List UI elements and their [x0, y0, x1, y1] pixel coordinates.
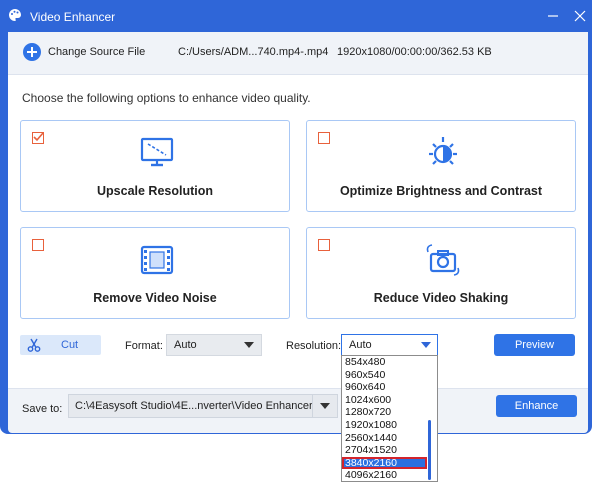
palette-icon: [9, 9, 21, 21]
resolution-option[interactable]: 1920x1080: [342, 419, 437, 432]
save-path-value: C:\4Easysoft Studio\4E...nverter\Video E…: [75, 400, 313, 412]
resolution-label: Resolution:: [286, 340, 342, 352]
option-label: Remove Video Noise: [93, 291, 217, 305]
option-label: Optimize Brightness and Contrast: [339, 184, 543, 198]
save-path-dropdown-toggle[interactable]: [312, 395, 337, 417]
chevron-down-icon: [421, 342, 431, 348]
save-to-label: Save to:: [22, 403, 63, 415]
resolution-option[interactable]: 960x640: [342, 381, 437, 394]
format-dropdown[interactable]: Auto: [166, 334, 262, 356]
source-bar: Change Source File C:/Users/ADM...740.mp…: [8, 32, 588, 75]
resolution-option[interactable]: 4096x2160: [342, 469, 437, 481]
save-path-dropdown[interactable]: C:\4Easysoft Studio\4E...nverter\Video E…: [68, 394, 338, 418]
option-reduce-shaking[interactable]: Reduce Video Shaking: [306, 227, 576, 319]
resolution-list-scrollbar[interactable]: [428, 420, 431, 480]
title-bar: Video Enhancer: [0, 0, 596, 32]
resolution-option[interactable]: 1280x720: [342, 406, 437, 419]
option-optimize-brightness[interactable]: Optimize Brightness and Contrast: [306, 120, 576, 212]
resolution-option-selected[interactable]: 3840x2160: [342, 456, 427, 470]
film-noise-icon: [140, 245, 174, 275]
resolution-option[interactable]: 2704x1520: [342, 444, 437, 457]
resolution-list: 854x480 960x540 960x640 1024x600 1280x72…: [341, 355, 438, 482]
format-label: Format:: [125, 340, 163, 352]
brightness-checkbox[interactable]: [318, 132, 330, 144]
option-label: Upscale Resolution: [97, 184, 213, 198]
minimize-icon[interactable]: [545, 8, 561, 24]
resolution-dropdown[interactable]: Auto: [341, 334, 438, 356]
source-info: 1920x1080/00:00:00/362.53 KB: [337, 46, 492, 58]
resolution-option[interactable]: 960x540: [342, 369, 437, 382]
noise-checkbox[interactable]: [32, 239, 44, 251]
brightness-icon: [429, 137, 457, 165]
change-source-file-button[interactable]: Change Source File: [48, 46, 145, 58]
intro-text: Choose the following options to enhance …: [22, 91, 311, 105]
resolution-option[interactable]: 1024x600: [342, 394, 437, 407]
format-value: Auto: [174, 339, 197, 351]
chevron-down-icon: [244, 342, 254, 348]
option-upscale-resolution[interactable]: Upscale Resolution: [20, 120, 290, 212]
enhance-button[interactable]: Enhance: [496, 395, 577, 417]
resolution-value: Auto: [349, 339, 372, 351]
cut-button[interactable]: Cut: [20, 335, 101, 355]
resolution-option[interactable]: 854x480: [342, 356, 437, 369]
option-label: Reduce Video Shaking: [373, 291, 509, 305]
upscale-monitor-icon: [140, 137, 174, 167]
upscale-checkbox[interactable]: [32, 132, 44, 144]
preview-button[interactable]: Preview: [494, 334, 575, 356]
cut-label: Cut: [61, 339, 79, 351]
close-icon[interactable]: [572, 8, 588, 24]
source-path: C:/Users/ADM...740.mp4-.mp4: [178, 46, 329, 58]
resolution-option[interactable]: 2560x1440: [342, 432, 437, 445]
shaking-camera-icon: [426, 244, 460, 276]
shaking-checkbox[interactable]: [318, 239, 330, 251]
add-circle-icon[interactable]: [22, 42, 42, 62]
footer-bar: Save to: C:\4Easysoft Studio\4E...nverte…: [8, 388, 588, 433]
option-remove-noise[interactable]: Remove Video Noise: [20, 227, 290, 319]
chevron-down-icon: [320, 403, 330, 409]
enhancer-panel: Change Source File C:/Users/ADM...740.mp…: [8, 32, 588, 433]
scissors-icon: [27, 338, 41, 352]
window-title: Video Enhancer: [30, 10, 116, 24]
